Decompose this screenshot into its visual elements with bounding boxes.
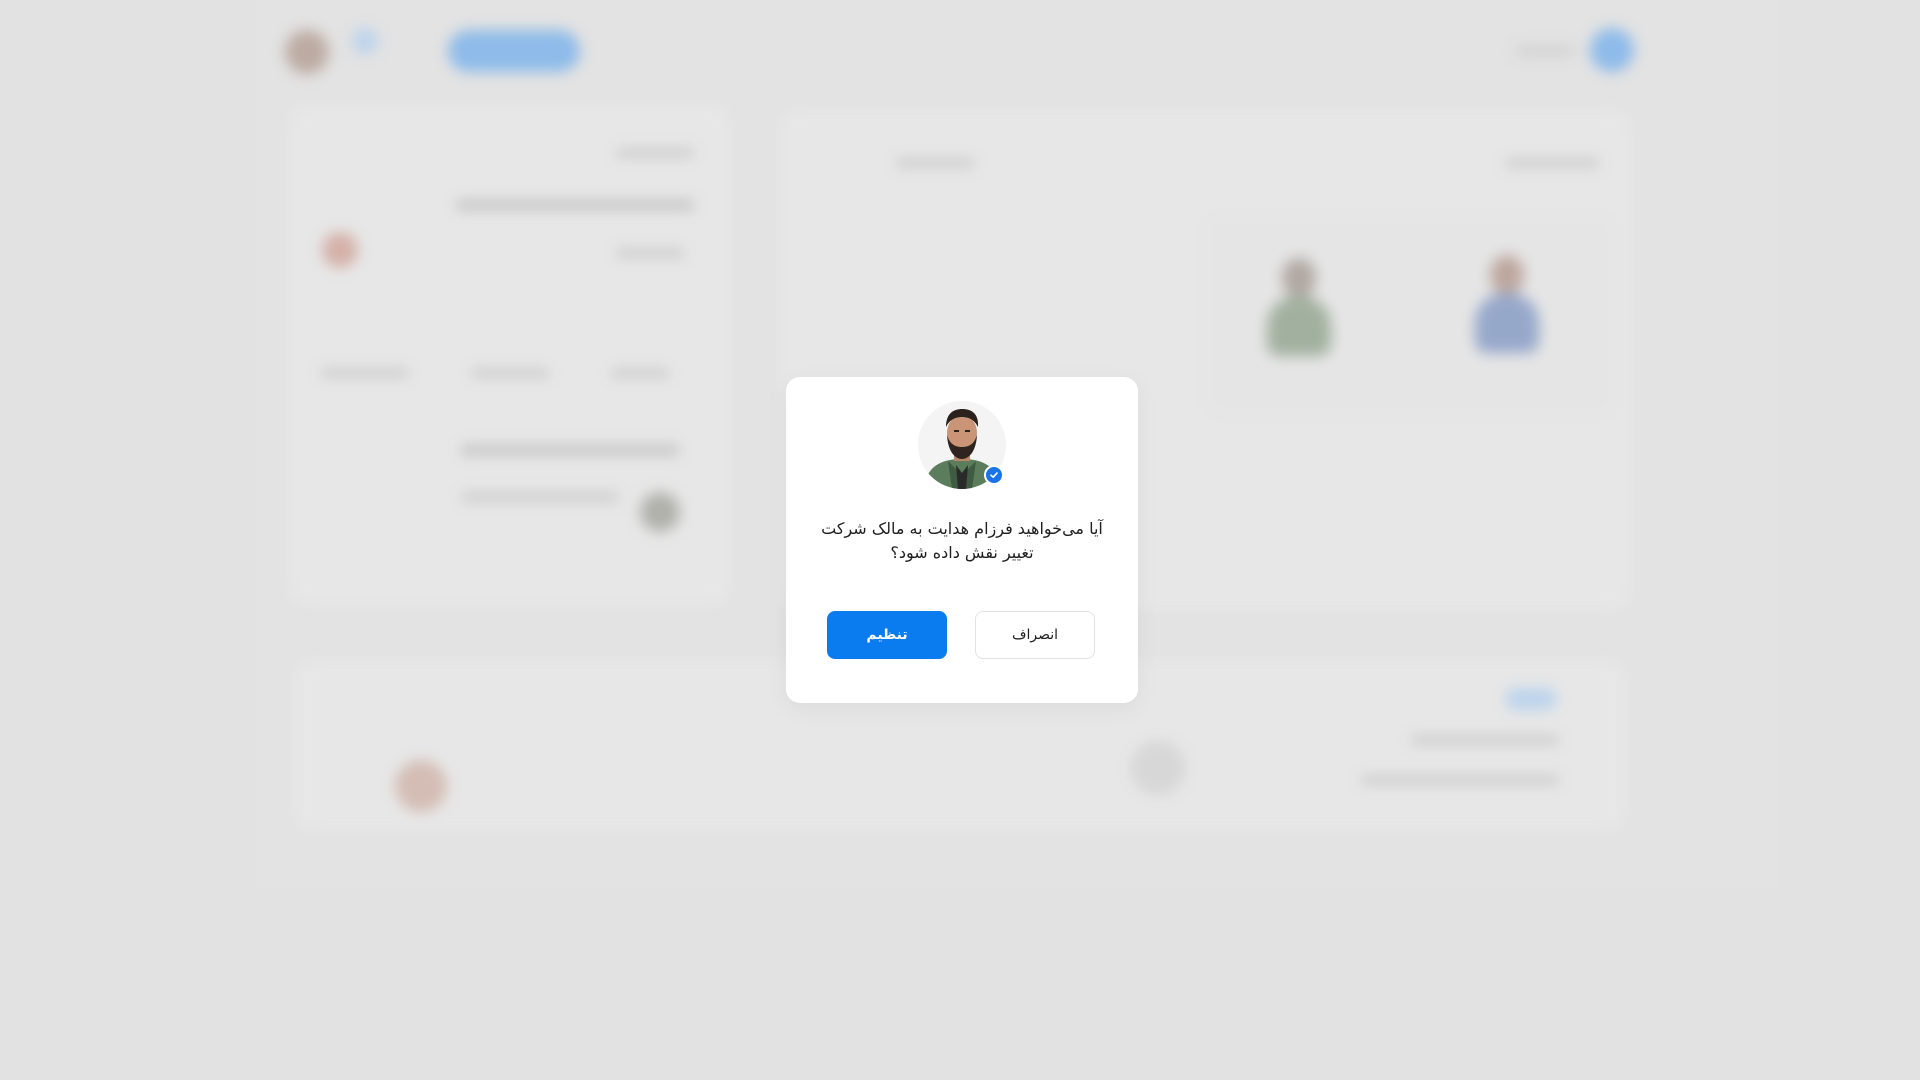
cancel-button[interactable]: انصراف bbox=[975, 611, 1095, 659]
screen: آیا می‌خواهید فرزام هدایت به مالک شرکت ت… bbox=[0, 0, 1920, 1080]
dialog-message: آیا می‌خواهید فرزام هدایت به مالک شرکت ت… bbox=[821, 519, 1103, 562]
role-change-dialog: آیا می‌خواهید فرزام هدایت به مالک شرکت ت… bbox=[786, 377, 1138, 703]
confirm-button[interactable]: تنظیم bbox=[827, 611, 947, 659]
verified-check-icon bbox=[984, 465, 1004, 485]
user-avatar bbox=[918, 401, 1006, 489]
